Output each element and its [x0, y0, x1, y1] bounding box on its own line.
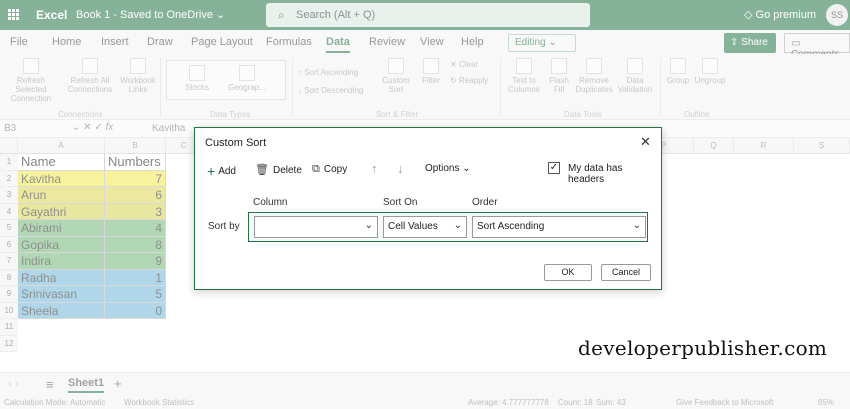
- delete-level-button[interactable]: 🗑 Delete: [255, 163, 302, 176]
- sort-on-select[interactable]: Cell Values ⌄: [383, 216, 467, 238]
- add-level-button[interactable]: + Add: [207, 163, 236, 179]
- move-up-icon[interactable]: ↑: [371, 161, 378, 176]
- plus-icon: +: [207, 163, 216, 179]
- chevron-down-icon: ⌄: [364, 220, 373, 231]
- move-down-icon[interactable]: ↓: [397, 161, 404, 176]
- copy-icon: ⧉: [312, 163, 320, 175]
- copy-level-button[interactable]: ⧉ Copy: [312, 163, 347, 176]
- order-select[interactable]: Sort Ascending ⌄: [472, 216, 646, 238]
- copy-level-label: Copy: [323, 164, 348, 175]
- sort-on-select-value: Cell Values: [388, 221, 438, 232]
- column-select[interactable]: ⌄: [254, 216, 378, 238]
- close-icon[interactable]: ✕: [640, 134, 651, 150]
- watermark-text: developerpublisher.com: [578, 336, 828, 360]
- chevron-down-icon: ⌄: [453, 220, 462, 231]
- custom-sort-dialog: Custom Sort ✕ + Add 🗑 Delete ⧉ Copy ↑ ↓ Opt…: [194, 127, 662, 290]
- sort-by-label: Sort by: [208, 221, 240, 232]
- column-header-label: Column: [253, 197, 288, 208]
- order-header-label: Order: [472, 197, 498, 208]
- headers-checkbox[interactable]: ✓: [548, 162, 560, 174]
- order-select-value: Sort Ascending: [477, 221, 545, 232]
- options-button[interactable]: Options ⌄: [425, 163, 471, 174]
- delete-level-label: Delete: [272, 165, 302, 176]
- sort-level-row[interactable]: ⌄ Cell Values ⌄ Sort Ascending ⌄: [248, 212, 648, 242]
- sort-on-header-label: Sort On: [383, 197, 418, 208]
- headers-checkbox-label: My data has headers: [568, 163, 623, 185]
- cancel-button[interactable]: Cancel: [601, 264, 651, 281]
- trash-icon: 🗑: [255, 164, 269, 176]
- ok-button[interactable]: OK: [544, 264, 592, 281]
- dialog-title: Custom Sort: [205, 137, 267, 149]
- chevron-down-icon: ⌄: [632, 220, 641, 231]
- add-level-label: Add: [218, 166, 236, 177]
